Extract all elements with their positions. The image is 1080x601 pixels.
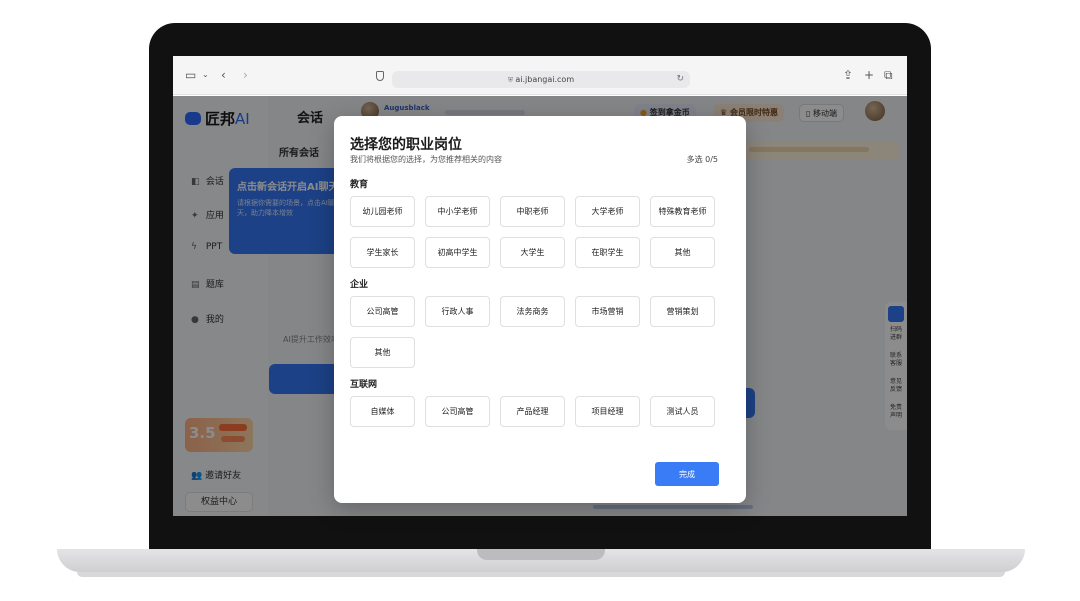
modal-subtitle: 我们将根据您的选择，为您推荐相关的内容: [350, 155, 502, 164]
reload-icon[interactable]: ↻: [676, 71, 684, 88]
option-high-school-student[interactable]: 初高中学生: [425, 237, 490, 268]
option-product-manager[interactable]: 产品经理: [500, 396, 565, 427]
laptop-notch: [477, 549, 605, 560]
option-admin-hr[interactable]: 行政人事: [425, 296, 490, 327]
address-bar[interactable]: ⛨ ai.jbangai.com ↻: [392, 71, 690, 88]
option-special-ed-teacher[interactable]: 特殊教育老师: [650, 196, 715, 227]
option-marketing[interactable]: 市场营销: [575, 296, 640, 327]
selection-count: 多选 0/5: [686, 155, 718, 164]
option-university-teacher[interactable]: 大学老师: [575, 196, 640, 227]
share-icon[interactable]: ⇪: [843, 67, 853, 83]
option-enterprise-other[interactable]: 其他: [350, 337, 415, 368]
options-enterprise: 公司高管 行政人事 法务商务 市场营销 营销策划 其他: [350, 296, 720, 368]
occupation-modal: 选择您的职业岗位 我们将根据您的选择，为您推荐相关的内容 多选 0/5 教育 幼…: [334, 116, 746, 503]
option-education-other[interactable]: 其他: [650, 237, 715, 268]
back-icon[interactable]: ‹: [221, 67, 226, 83]
done-button[interactable]: 完成: [655, 462, 719, 486]
options-internet: 自媒体 公司高管 产品经理 项目经理 测试人员: [350, 396, 720, 427]
browser-toolbar: ▭ ⌄ ‹ › ⛨ ai.jbangai.com ↻ ⇪ + ⧉: [173, 56, 907, 95]
option-executive[interactable]: 公司高管: [350, 296, 415, 327]
laptop-base-shadow: [77, 572, 1005, 577]
option-vocational-teacher[interactable]: 中职老师: [500, 196, 565, 227]
option-kindergarten-teacher[interactable]: 幼儿园老师: [350, 196, 415, 227]
chevron-down-icon[interactable]: ⌄: [202, 67, 209, 83]
option-project-manager[interactable]: 项目经理: [575, 396, 640, 427]
option-self-media[interactable]: 自媒体: [350, 396, 415, 427]
forward-icon[interactable]: ›: [243, 67, 248, 83]
option-parent[interactable]: 学生家长: [350, 237, 415, 268]
category-education: 教育: [350, 180, 369, 190]
new-tab-icon[interactable]: +: [864, 67, 874, 83]
privacy-shield-icon[interactable]: [376, 71, 384, 81]
option-k12-teacher[interactable]: 中小学老师: [425, 196, 490, 227]
option-internet-executive[interactable]: 公司高管: [425, 396, 490, 427]
option-working-student[interactable]: 在职学生: [575, 237, 640, 268]
option-college-student[interactable]: 大学生: [500, 237, 565, 268]
sidebar-toggle-icon[interactable]: ▭: [185, 67, 196, 83]
tab-overview-icon[interactable]: ⧉: [884, 67, 893, 83]
option-legal-business[interactable]: 法务商务: [500, 296, 565, 327]
category-internet: 互联网: [350, 380, 378, 390]
option-tester[interactable]: 测试人员: [650, 396, 715, 427]
options-education: 幼儿园老师 中小学老师 中职老师 大学老师 特殊教育老师 学生家长 初高中学生 …: [350, 196, 720, 268]
url-text: ai.jbangai.com: [515, 75, 575, 84]
option-marketing-planning[interactable]: 营销策划: [650, 296, 715, 327]
category-enterprise: 企业: [350, 280, 369, 290]
modal-title: 选择您的职业岗位: [350, 137, 462, 153]
